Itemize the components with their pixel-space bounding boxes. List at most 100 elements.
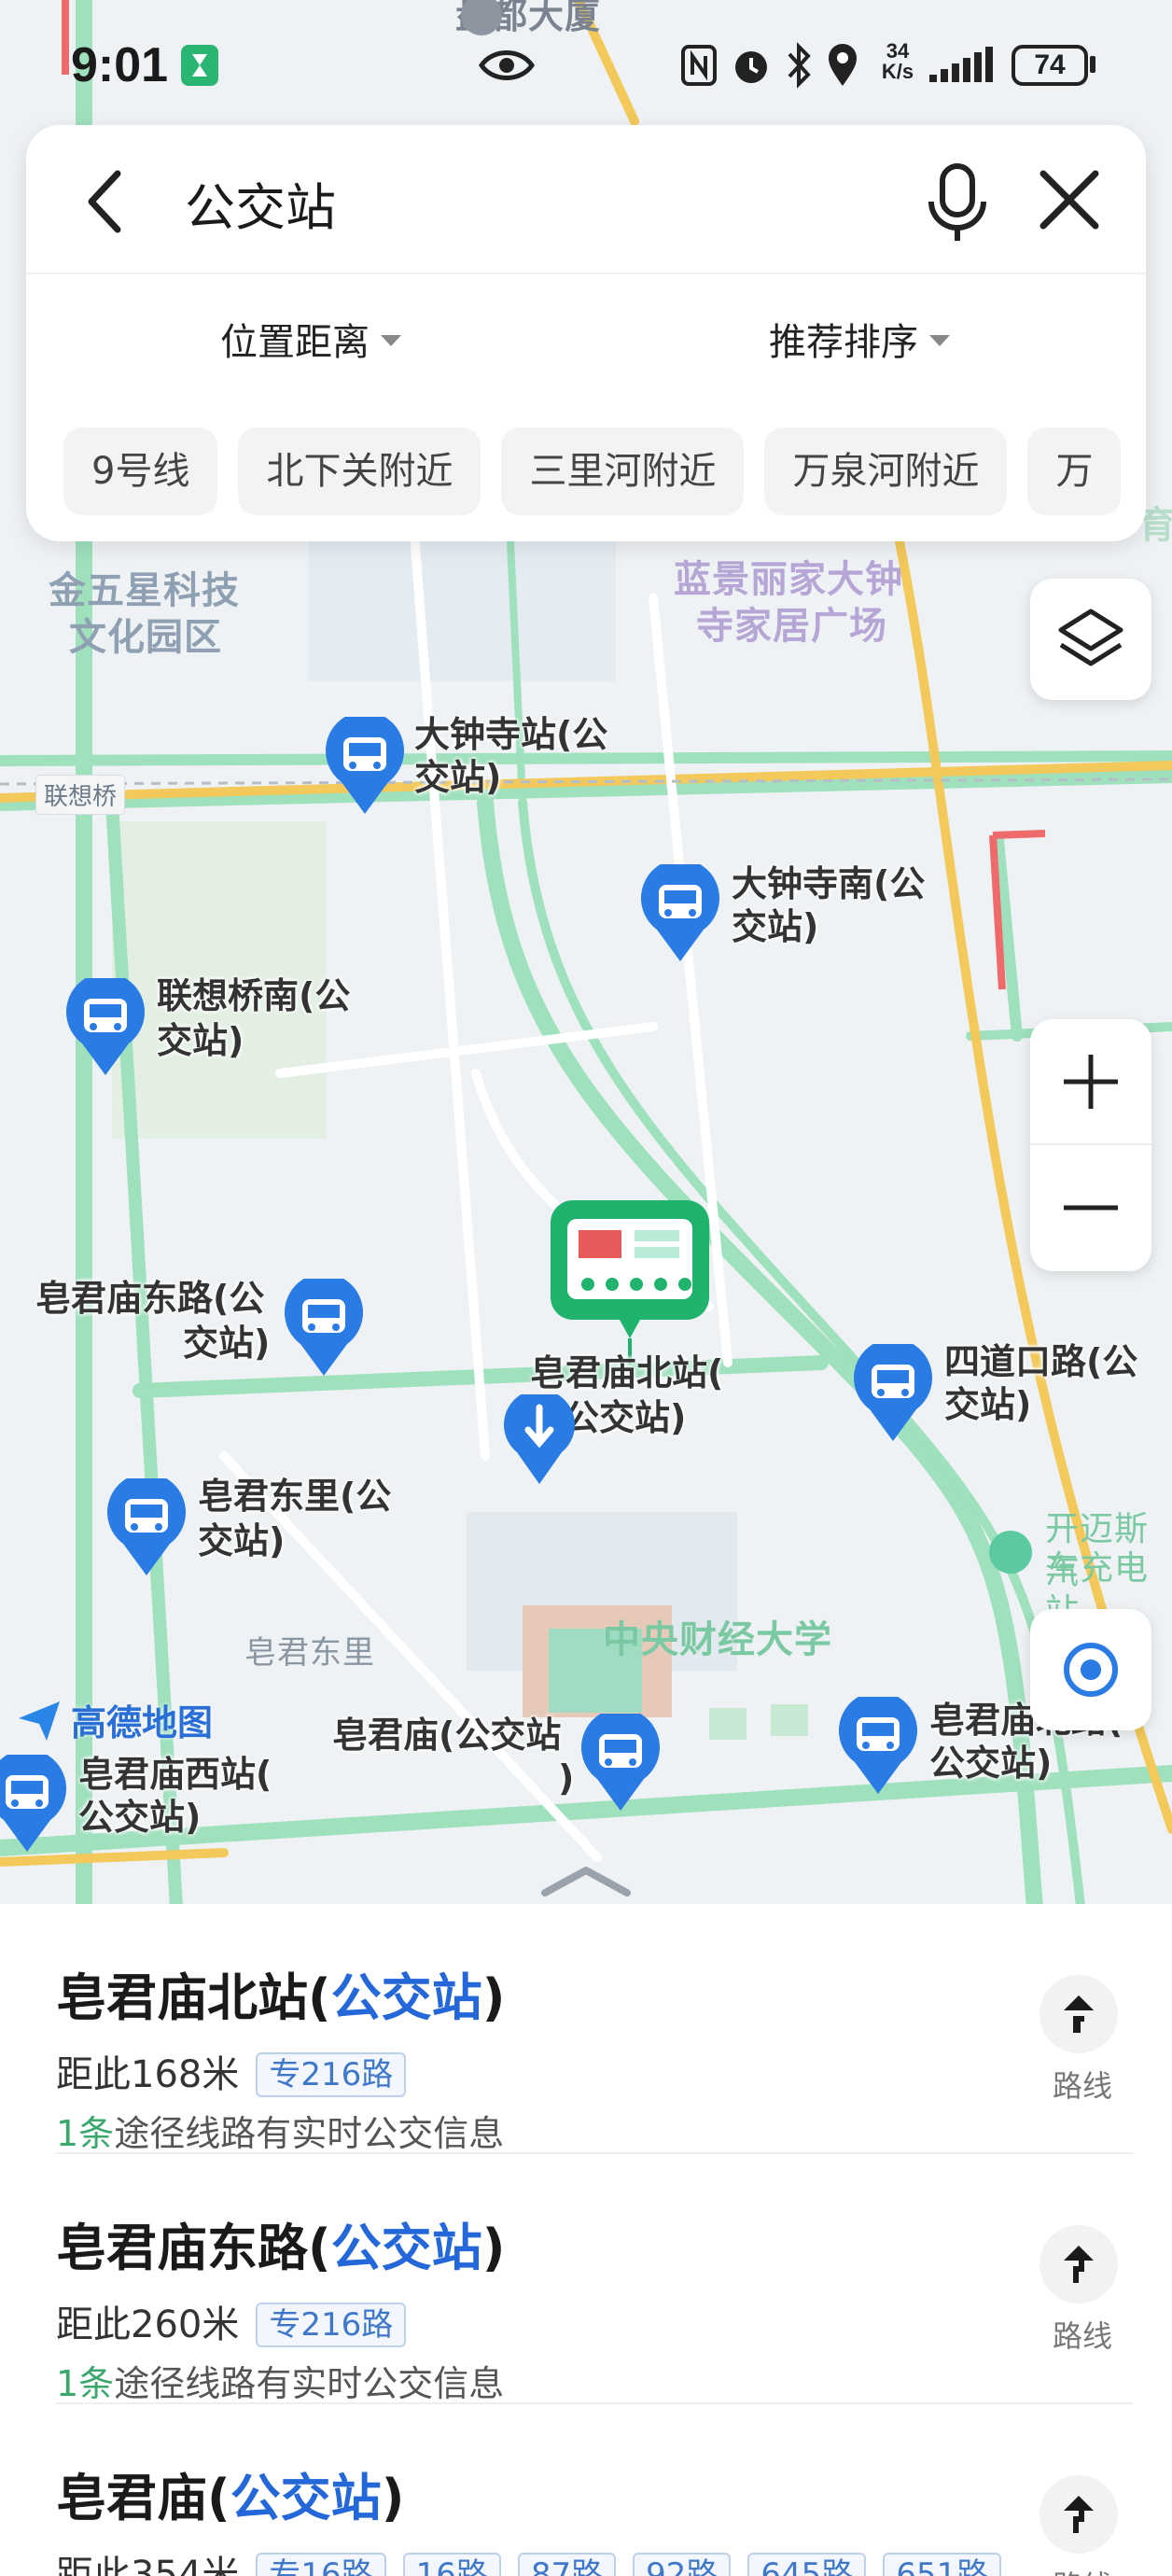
sort-recommend-dropdown[interactable]: 推荐排序 <box>769 312 950 366</box>
chevron-up-icon[interactable] <box>539 1863 633 1900</box>
sort-recommend-label: 推荐排序 <box>769 321 918 364</box>
bus-stop-pin[interactable] <box>63 973 147 1081</box>
result-item[interactable]: 皂君庙东路(公交站) 距此260米 专216路 1条途径线路有实时公交信息 路线 <box>56 2154 1134 2404</box>
bus-stop-pin[interactable] <box>836 1691 920 1799</box>
poi-jinwuxing-1: 金五星科技 <box>49 569 240 612</box>
route-tag[interactable]: 645路 <box>747 2553 867 2576</box>
bus-stop-pin[interactable] <box>579 1708 663 1816</box>
result-realtime-info: 1条途径线路有实时公交信息 <box>56 2361 504 2406</box>
minus-icon <box>1064 1205 1118 1211</box>
realtime-text: 途径线路有实时公交信息 <box>114 2363 505 2404</box>
amap-logo-text: 高德地图 <box>71 1702 214 1743</box>
eye-icon <box>478 50 536 80</box>
road-lianxiangqiao: 联想桥 <box>35 775 126 815</box>
bus-stop-label[interactable]: 联想桥南(公 <box>157 974 350 1017</box>
zoom-out-button[interactable] <box>1030 1145 1151 1270</box>
route-tag[interactable]: 专216路 <box>256 2052 407 2097</box>
result-title: 皂君庙(公交站) <box>56 2468 404 2529</box>
route-label[interactable]: 路线 <box>1045 2063 1120 2106</box>
realtime-count: 1条 <box>56 2363 115 2404</box>
bus-stop-label[interactable]: 交站) <box>157 1019 244 1062</box>
result-distance-row: 距此260米 专216路 <box>56 2302 407 2348</box>
bus-stop-label[interactable]: 皂君东里(公 <box>198 1475 391 1518</box>
result-item[interactable]: 皂君庙北站(公交站) 距此168米 专216路 1条途径线路有实时公交信息 路线 <box>56 1904 1134 2154</box>
result-distance: 距此168米 <box>56 2053 240 2096</box>
result-distance: 距此260米 <box>56 2303 240 2346</box>
filter-chip[interactable]: 9号线 <box>63 427 218 515</box>
filter-chip[interactable]: 三里河附近 <box>501 427 745 515</box>
route-tag[interactable]: 92路 <box>633 2553 732 2576</box>
bus-stop-label[interactable]: 公交站) <box>564 1396 686 1439</box>
bus-stop-label[interactable]: 皂君庙西站( <box>78 1753 272 1796</box>
result-item[interactable]: 皂君庙(公交站) 距此354米专16路 16路 87路 92路 645路 651路 路线 <box>56 2404 1134 2576</box>
bus-stop-label[interactable]: 交站) <box>414 756 501 799</box>
bus-stop-pin[interactable] <box>282 1273 366 1381</box>
filter-chip[interactable]: 北下关附近 <box>238 427 481 515</box>
chevron-down-icon <box>929 335 950 346</box>
realtime-text: 途径线路有实时公交信息 <box>114 2113 505 2154</box>
bus-stop-label[interactable]: 皂君庙(公交站 <box>332 1714 561 1757</box>
microphone-icon[interactable] <box>920 161 995 245</box>
alarm-icon <box>735 51 767 83</box>
locate-button[interactable] <box>1030 1609 1151 1730</box>
net-speed-value: 34 <box>886 39 910 63</box>
route-arrow-icon <box>1064 2496 1094 2533</box>
bus-stop-pin[interactable] <box>105 1473 188 1581</box>
hourglass-icon <box>181 45 218 86</box>
route-label[interactable]: 路线 <box>1045 2313 1120 2356</box>
bus-stop-label[interactable]: ) <box>558 1757 574 1799</box>
back-icon[interactable] <box>71 164 146 239</box>
result-category: 公交站 <box>230 2469 382 2527</box>
result-realtime-info: 1条途径线路有实时公交信息 <box>56 2111 504 2156</box>
route-label[interactable]: 路线 <box>1045 2563 1120 2576</box>
bus-stop-label[interactable]: 公交站) <box>78 1796 201 1839</box>
bus-stop-label[interactable]: 交站) <box>198 1519 285 1562</box>
close-icon[interactable] <box>1032 162 1107 237</box>
filter-chip[interactable]: 万泉河附近 <box>764 427 1008 515</box>
results-sheet: 皂君庙北站(公交站) 距此168米 专216路 1条途径线路有实时公交信息 路线 … <box>0 1867 1172 2576</box>
route-tag[interactable]: 专216路 <box>256 2303 407 2347</box>
sort-distance-dropdown[interactable]: 位置距离 <box>220 312 401 366</box>
route-tag[interactable]: 651路 <box>883 2553 1002 2576</box>
poi-cufe: 中央财经大学 <box>603 1618 832 1661</box>
layers-button[interactable] <box>1030 579 1151 700</box>
route-tag[interactable]: 87路 <box>517 2553 617 2576</box>
battery-indicator: 74 <box>1012 45 1088 86</box>
bus-stop-label[interactable]: 四道口路(公 <box>944 1340 1137 1383</box>
bus-stop-pin[interactable] <box>851 1338 935 1447</box>
bus-stop-label[interactable]: 交站) <box>183 1322 270 1365</box>
result-distance: 距此354米 <box>56 2554 240 2576</box>
bus-stop-label[interactable]: 公交站) <box>929 1742 1052 1785</box>
route-button[interactable] <box>1039 2475 1118 2554</box>
bus-stop-pin[interactable] <box>323 711 407 819</box>
search-query[interactable]: 公交站 <box>185 166 336 240</box>
bus-stop-label[interactable]: 皂君庙东路(公 <box>35 1277 264 1320</box>
zoom-control <box>1030 1019 1151 1271</box>
status-time: 9:01 <box>71 38 169 92</box>
poi-lanjing-2: 寺家居广场 <box>696 605 887 648</box>
charging-icon <box>989 1531 1032 1574</box>
bus-stop-label[interactable]: 大钟寺站(公 <box>414 713 607 756</box>
bus-stop-label[interactable]: 交站) <box>732 905 818 948</box>
zoom-in-button[interactable] <box>1030 1020 1151 1145</box>
nfc-icon <box>681 45 717 86</box>
bus-stop-label[interactable]: 交站) <box>944 1383 1031 1426</box>
bus-stop-pin[interactable] <box>0 1749 69 1857</box>
filter-chip[interactable]: 万 <box>1027 427 1122 515</box>
route-button[interactable] <box>1039 1975 1118 2053</box>
amap-logo-icon <box>19 1701 60 1741</box>
result-name-close: ) <box>381 2469 405 2527</box>
locate-icon <box>1064 1643 1118 1697</box>
route-button[interactable] <box>1039 2225 1118 2303</box>
result-name-close: ) <box>481 1968 506 2027</box>
poi-zaojundongli: 皂君东里 <box>244 1634 375 1672</box>
result-distance-row: 距此354米 专16路 16路 87路 92路 645路 651路 <box>56 2552 1002 2576</box>
bus-stop-label[interactable]: 大钟寺南(公 <box>732 862 925 905</box>
bus-stop-pin[interactable] <box>638 859 722 967</box>
bus-stop-label[interactable]: 皂君庙北站( <box>530 1351 723 1394</box>
selected-stop-marker[interactable] <box>549 1198 711 1366</box>
route-tag[interactable]: 专16路 <box>256 2553 386 2576</box>
route-tag[interactable]: 16路 <box>402 2553 501 2576</box>
route-arrow-icon <box>1064 1995 1094 2033</box>
battery-tip <box>1090 56 1095 73</box>
